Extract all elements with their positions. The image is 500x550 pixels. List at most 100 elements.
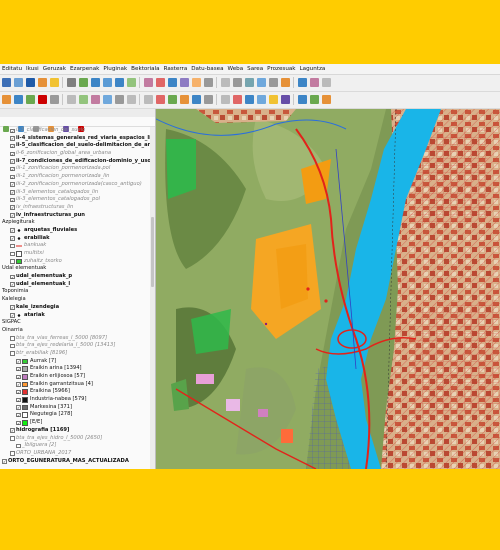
layer-visibility-checkbox[interactable]: ✓ (16, 366, 21, 372)
layer-visibility-checkbox[interactable] (10, 351, 15, 356)
digitizing-tool-icon[interactable] (67, 95, 76, 104)
digitizing-tool-icon[interactable] (245, 95, 254, 104)
main-tool-icon[interactable] (38, 78, 47, 87)
main-tool-icon[interactable] (2, 78, 11, 87)
layer-row[interactable]: Toponimia (0, 288, 150, 296)
digitizing-tool-icon[interactable] (221, 95, 230, 104)
main-tool-icon[interactable] (269, 78, 278, 87)
main-tool-icon[interactable] (310, 78, 319, 87)
layer-row[interactable]: bta_tra_ejes_hidro_l_5000 [2650] (0, 435, 150, 443)
menu-geruzak[interactable]: Geruzak (41, 64, 68, 74)
menu-ezarpenak[interactable]: Ezarpenak (68, 64, 101, 74)
layer-row[interactable]: ✓ erabiliak (0, 235, 150, 243)
layer-visibility-checkbox[interactable]: ✓ (16, 412, 21, 418)
layer-row[interactable]: ✓ Eraikin arina [1394] (0, 365, 150, 373)
digitizing-tool-icon[interactable] (144, 95, 153, 104)
layer-row[interactable]: ✓ Eraikina [5966] (0, 388, 150, 396)
layer-visibility-checkbox[interactable]: ✓ (10, 159, 15, 164)
layer-visibility-checkbox[interactable]: ✓ (10, 182, 15, 187)
layer-visibility-checkbox[interactable]: ✓ (2, 459, 7, 464)
layer-row[interactable]: bankuak (0, 242, 150, 250)
menu-sarea[interactable]: Sarea (245, 64, 265, 74)
main-tool-icon[interactable] (168, 78, 177, 87)
digitizing-tool-icon[interactable] (156, 95, 165, 104)
layer-visibility-checkbox[interactable] (10, 343, 15, 349)
layer-visibility-checkbox[interactable]: ✓ (10, 128, 15, 133)
main-tool-icon[interactable] (221, 78, 230, 87)
main-tool-icon[interactable] (192, 78, 201, 87)
layer-visibility-checkbox[interactable]: ✓ (10, 205, 15, 210)
digitizing-tool-icon[interactable] (298, 95, 307, 104)
main-tool-icon[interactable] (50, 78, 59, 87)
menu-editatu[interactable]: Editatu (0, 64, 24, 74)
layer-visibility-checkbox[interactable] (10, 336, 15, 341)
layer-row[interactable]: ✓ atariak (0, 312, 150, 320)
digitizing-tool-icon[interactable] (79, 95, 88, 104)
main-tool-icon[interactable] (180, 78, 189, 87)
map-canvas[interactable] (156, 109, 500, 469)
main-tool-icon[interactable] (322, 78, 331, 87)
main-tool-icon[interactable] (233, 78, 242, 87)
digitizing-tool-icon[interactable] (103, 95, 112, 104)
layer-row[interactable]: ✓ hidrografia [1169] (0, 427, 150, 435)
digitizing-tool-icon[interactable] (192, 95, 201, 104)
digitizing-tool-icon[interactable] (233, 95, 242, 104)
main-tool-icon[interactable] (91, 78, 100, 87)
main-tool-icon[interactable] (115, 78, 124, 87)
main-tool-icon[interactable] (103, 78, 112, 87)
layer-row[interactable]: bta_tra_vias_ferreas_l_5000 [8097] (0, 335, 150, 343)
layer-visibility-checkbox[interactable]: ✓ (16, 389, 21, 395)
layer-visibility-checkbox[interactable] (10, 259, 15, 264)
main-tool-icon[interactable] (298, 78, 307, 87)
layer-row[interactable]: ✓ iii-2_zonificacion_pormenorizada(casco_… (0, 181, 150, 189)
digitizing-tool-icon[interactable] (127, 95, 136, 104)
layer-visibility-checkbox[interactable]: ✓ (16, 420, 21, 426)
layer-row[interactable]: ✓ Industria-nabea [579] (0, 396, 150, 404)
menu-bektoriala[interactable]: Bektoriala (129, 64, 161, 74)
digitizing-tool-icon[interactable] (50, 95, 59, 104)
layer-row[interactable]: ✓ Eraikin erlijiosoa [57] (0, 373, 150, 381)
layer-visibility-checkbox[interactable]: ✓ (10, 282, 15, 287)
main-tool-icon[interactable] (257, 78, 266, 87)
layer-row[interactable]: ✓ [E/E] (0, 419, 150, 427)
digitizing-tool-icon[interactable] (204, 95, 213, 104)
layer-row[interactable]: btr_erabiliak [8196] (0, 350, 150, 358)
main-tool-icon[interactable] (281, 78, 290, 87)
layer-row[interactable]: ✓ Markesina [371] (0, 404, 150, 412)
layer-row[interactable]: Kalelegia (0, 296, 150, 304)
digitizing-tool-icon[interactable] (26, 95, 35, 104)
main-tool-icon[interactable] (204, 78, 213, 87)
main-tool-icon[interactable] (144, 78, 153, 87)
layer-row[interactable]: ✓ iii-1_zonificacion_pormenorizada.pol (0, 165, 150, 173)
layer-row[interactable]: bta_tra_ejes_redelaria_l_5000 [13413] (0, 342, 150, 350)
layer-row[interactable]: _Ibilguera [2] (0, 442, 150, 450)
digitizing-tool-icon[interactable] (91, 95, 100, 104)
main-tool-icon[interactable] (67, 78, 76, 87)
layer-row[interactable]: Udal elementuak (0, 265, 150, 273)
layer-row[interactable]: ✓ iv_infraestructuras_lin (0, 204, 150, 212)
digitizing-tool-icon[interactable] (269, 95, 278, 104)
digitizing-tool-icon[interactable] (310, 95, 319, 104)
digitizing-tool-icon[interactable] (14, 95, 23, 104)
layer-row[interactable]: ✓ Negutegia [278] (0, 411, 150, 419)
layer-visibility-checkbox[interactable]: ✓ (10, 213, 15, 218)
menu-datubasea[interactable]: Datu-basea (189, 64, 225, 74)
layer-row[interactable]: ✓ ii-7_condiciones_de_edificacion-dominio… (0, 158, 150, 166)
layer-row[interactable]: ✓ iii-1_zonificacion_pormenorizada_lin (0, 173, 150, 181)
layer-visibility-checkbox[interactable]: ✓ (10, 228, 15, 233)
layer-visibility-checkbox[interactable]: ✓ (10, 166, 15, 172)
layer-visibility-checkbox[interactable]: ✓ (10, 143, 15, 149)
main-tool-icon[interactable] (14, 78, 23, 87)
layer-visibility-checkbox[interactable]: ✓ (10, 151, 15, 157)
layer-visibility-checkbox[interactable]: ✓ (16, 405, 21, 410)
layer-visibility-checkbox[interactable]: ✓ (10, 274, 15, 280)
layer-row[interactable]: ✓ Aurrak [7] (0, 358, 150, 366)
layer-row[interactable]: ✓ ii-3_clasificacion_del_suelo (0, 127, 150, 135)
layer-row[interactable]: ✓ Eraikin garrantzitsua [4] (0, 381, 150, 389)
layer-visibility-checkbox[interactable]: ✓ (10, 313, 15, 318)
main-tool-icon[interactable] (26, 78, 35, 87)
layer-visibility-checkbox[interactable] (10, 251, 15, 256)
layer-row[interactable]: ✓ kale_izendegia (0, 304, 150, 312)
layer-visibility-checkbox[interactable]: ✓ (16, 382, 21, 387)
layer-row[interactable]: ORTO_URBANA_2017 (0, 450, 150, 458)
